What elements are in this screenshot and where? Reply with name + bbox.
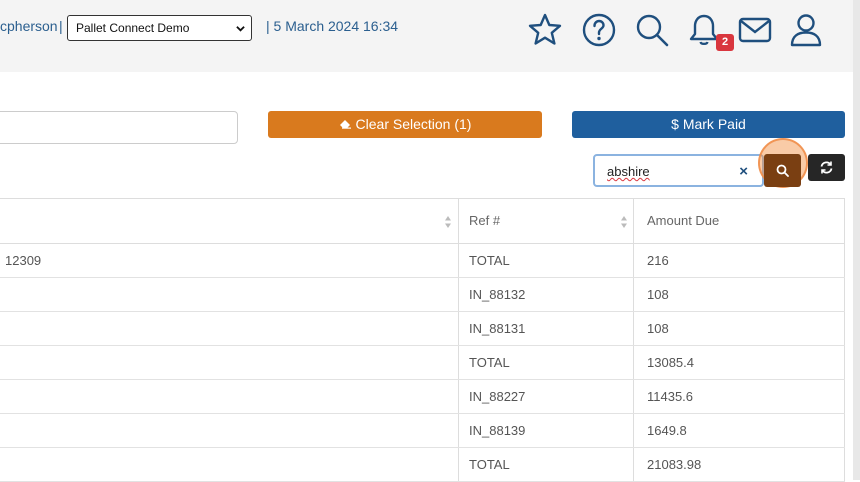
eraser-icon [339,111,352,138]
header-separator: | [59,18,63,34]
search-input-value: abshire [607,164,650,179]
search-input[interactable]: abshire × [593,154,764,187]
refresh-button[interactable] [808,154,845,181]
cell-ref: IN_88131 [459,312,634,345]
page-scroll-edge [853,0,860,480]
cell-name [0,278,459,311]
refresh-icon [820,161,833,174]
table-row[interactable]: IN_88227 11435.6 [0,380,845,414]
organization-select[interactable]: Pallet Connect Demo [67,15,252,41]
table-row[interactable]: TOTAL 21083.98 [0,448,845,482]
chevron-down-icon [236,26,245,32]
search-button[interactable] [764,154,801,187]
table-row[interactable]: IN_88132 108 [0,278,845,312]
cell-amount: 108 [634,278,845,311]
cell-ref: TOTAL [459,448,634,481]
invoice-table: Ref # Amount Due 12309 TOTAL 216 IN_8813… [0,198,845,482]
cell-name [0,346,459,379]
cell-ref: TOTAL [459,346,634,379]
organization-select-value: Pallet Connect Demo [76,21,190,35]
cell-ref: IN_88139 [459,414,634,447]
magnifier-icon [776,164,789,177]
user-icon[interactable] [788,12,824,48]
cell-amount: 13085.4 [634,346,845,379]
column-header-ref[interactable]: Ref # [459,199,634,243]
cell-name [0,414,459,447]
column-header-name[interactable] [0,199,459,243]
notification-badge: 2 [716,34,734,51]
mark-paid-button[interactable]: $ Mark Paid [572,111,845,138]
cell-amount: 108 [634,312,845,345]
table-row[interactable]: TOTAL 13085.4 [0,346,845,380]
table-row[interactable]: IN_88139 1649.8 [0,414,845,448]
filter-input[interactable] [0,111,238,144]
cell-amount: 21083.98 [634,448,845,481]
cell-ref: IN_88132 [459,278,634,311]
star-icon[interactable] [527,12,563,48]
cell-amount: 11435.6 [634,380,845,413]
clear-selection-label: Clear Selection (1) [355,116,472,132]
mark-paid-label: $ Mark Paid [671,116,746,132]
top-header: cpherson | Pallet Connect Demo | 5 March… [0,0,853,72]
help-icon[interactable] [581,12,617,48]
sort-icon[interactable] [620,215,628,229]
cell-amount: 216 [634,244,845,277]
column-header-amount-due[interactable]: Amount Due [634,199,845,243]
search-icon[interactable] [634,12,670,48]
cell-name [0,312,459,345]
user-name-link[interactable]: cpherson [0,18,58,34]
clear-search-icon[interactable]: × [739,163,748,180]
header-datetime: | 5 March 2024 16:34 [266,18,399,34]
cell-ref: TOTAL [459,244,634,277]
cell-amount: 1649.8 [634,414,845,447]
sort-icon[interactable] [444,215,452,229]
clear-selection-button[interactable]: Clear Selection (1) [268,111,542,138]
table-header: Ref # Amount Due [0,198,845,244]
cell-name [0,448,459,481]
table-row[interactable]: IN_88131 108 [0,312,845,346]
cell-name [0,380,459,413]
mail-icon[interactable] [737,12,773,48]
cell-name: 12309 [0,244,459,277]
cell-ref: IN_88227 [459,380,634,413]
table-row[interactable]: 12309 TOTAL 216 [0,244,845,278]
